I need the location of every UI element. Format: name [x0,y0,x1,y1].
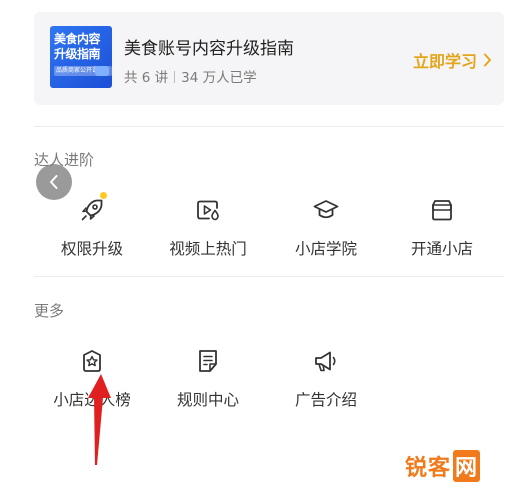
video-fire-icon [197,200,219,221]
grid-item-label: 广告介绍 [294,391,357,409]
course-card[interactable]: 美食内容升级指南 品质商家公开课 美食账号内容升级指南 共 6 讲 34 万人已学… [34,12,504,105]
grid-item-label: 权限升级 [60,240,123,258]
grid-item-shop-ranking[interactable]: 小店达人榜 [38,347,146,410]
grid-item-label: 小店学院 [294,240,357,258]
chevron-right-icon [484,53,491,67]
chevron-left-icon [50,175,58,189]
rules-document-icon [199,350,217,372]
notification-badge [100,192,107,199]
section-title-more: 更多 [34,302,65,320]
section-divider [34,276,504,277]
course-meta: 共 6 讲 34 万人已学 [124,66,257,86]
course-title: 美食账号内容升级指南 [124,39,294,59]
learner-count: 34 万人已学 [181,70,257,86]
grid-item-label: 视频上热门 [169,240,247,258]
watermark-suffix: 网 [453,450,481,482]
watermark-logo: 锐客网 [405,450,481,482]
grid-item-label: 小店达人榜 [53,391,131,409]
megaphone-icon [315,351,336,372]
course-thumbnail: 美食内容升级指南 品质商家公开课 [50,26,112,88]
graduation-cap-icon [313,200,339,219]
shop-icon [432,200,452,221]
meta-divider [174,71,176,83]
grid-item-trending-video[interactable]: 视频上热门 [154,196,262,259]
thumbnail-decoration [95,66,109,76]
ranking-badge-icon [83,350,101,372]
grid-item-open-shop[interactable]: 开通小店 [388,196,496,259]
grid-item-permission-upgrade[interactable]: 权限升级 [38,192,146,259]
learn-now-button[interactable]: 立即学习 [413,48,492,72]
thumbnail-title: 美食内容升级指南 [54,32,101,61]
lesson-count: 共 6 讲 [124,70,169,86]
grid-item-label: 规则中心 [176,391,239,409]
learn-now-label: 立即学习 [412,52,477,71]
grid-item-rules-center[interactable]: 规则中心 [154,347,262,410]
watermark-text: 锐客 [405,456,452,481]
grid-item-ad-intro[interactable]: 广告介绍 [272,347,380,410]
grid-item-label: 开通小店 [410,240,473,258]
rocket-icon [81,199,103,221]
grid-item-shop-academy[interactable]: 小店学院 [272,196,380,259]
back-button[interactable] [36,164,72,200]
section-divider [34,126,504,127]
